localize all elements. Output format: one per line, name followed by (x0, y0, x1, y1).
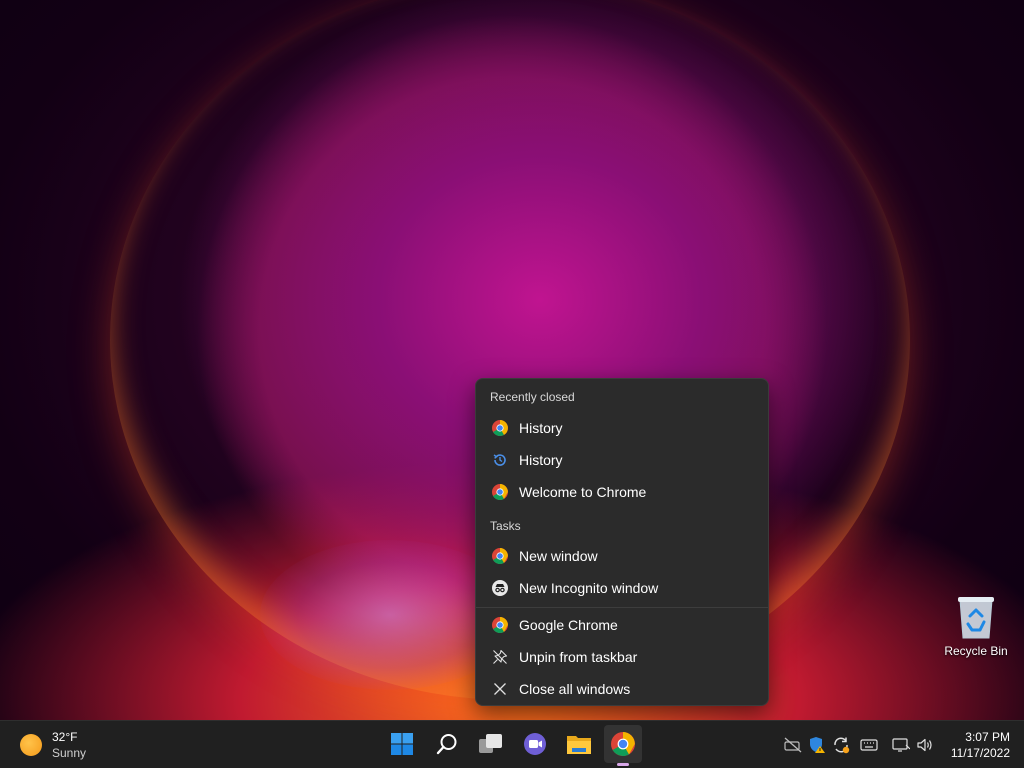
security-warning-icon[interactable] (807, 735, 827, 755)
file-explorer-button[interactable] (560, 725, 598, 763)
jumplist-item-welcome[interactable]: Welcome to Chrome (480, 477, 764, 507)
weather-condition: Sunny (52, 746, 87, 760)
running-app-indicator (617, 763, 629, 766)
jumplist-item-label: Welcome to Chrome (519, 484, 647, 500)
display-network-icon[interactable] (891, 735, 911, 755)
teams-chat-icon (524, 733, 546, 755)
jumplist-item-label: New window (519, 548, 598, 564)
jumplist-item-new-incognito[interactable]: New Incognito window (480, 573, 764, 603)
recycle-bin-label: Recycle Bin (944, 644, 1008, 658)
search-icon (436, 734, 457, 755)
sun-icon (20, 734, 42, 756)
recycle-bin-shortcut[interactable]: Recycle Bin (938, 594, 1014, 658)
chrome-jump-list: Recently closed History History Welcome … (475, 378, 769, 706)
jumplist-item-label: Unpin from taskbar (519, 649, 638, 665)
teams-chat-button[interactable] (516, 725, 554, 763)
jumplist-item-new-window[interactable]: New window (480, 541, 764, 571)
jumplist-item-unpin[interactable]: Unpin from taskbar (480, 642, 764, 672)
chrome-icon (491, 547, 509, 565)
jumplist-item-label: New Incognito window (519, 580, 659, 596)
jumplist-item-label: Google Chrome (519, 617, 618, 633)
network-disconnected-icon[interactable] (783, 735, 803, 755)
clock-time: 3:07 PM (965, 730, 1010, 744)
recently-closed-header: Recently closed (490, 390, 575, 404)
task-view-icon (479, 734, 502, 753)
jumplist-item-label: History (519, 420, 563, 436)
search-button[interactable] (428, 725, 466, 763)
task-view-button[interactable] (472, 725, 510, 763)
chrome-icon (491, 616, 509, 634)
taskbar: 32°F Sunny 3:07 PM 11/17/2022 (0, 720, 1024, 768)
weather-temperature: 32°F (52, 730, 78, 744)
jumplist-item-google-chrome[interactable]: Google Chrome (480, 610, 764, 640)
tasks-header: Tasks (490, 519, 521, 533)
unpin-icon (491, 648, 509, 666)
chrome-icon (491, 483, 509, 501)
chrome-icon (491, 419, 509, 437)
volume-icon[interactable] (915, 735, 935, 755)
jumplist-item-close-all[interactable]: Close all windows (480, 674, 764, 704)
sync-icon[interactable] (831, 735, 851, 755)
clock-date: 11/17/2022 (950, 746, 1010, 760)
weather-widget[interactable]: 32°F Sunny (20, 729, 86, 761)
start-icon (391, 733, 413, 755)
recycle-bin-icon (956, 594, 996, 640)
file-explorer-icon (567, 736, 591, 754)
system-clock[interactable]: 3:07 PM 11/17/2022 (944, 729, 1010, 761)
history-icon (491, 451, 509, 469)
jumplist-divider (476, 607, 768, 608)
chrome-taskbar-button[interactable] (604, 725, 642, 763)
jumplist-item-history-page[interactable]: History (480, 445, 764, 475)
jumplist-item-label: History (519, 452, 563, 468)
jumplist-item-label: Close all windows (519, 681, 631, 697)
keyboard-icon[interactable] (859, 735, 879, 755)
close-icon (491, 680, 509, 698)
start-button[interactable] (383, 725, 421, 763)
jumplist-item-history[interactable]: History (480, 413, 764, 443)
chrome-icon (611, 732, 635, 756)
incognito-icon (491, 579, 509, 597)
